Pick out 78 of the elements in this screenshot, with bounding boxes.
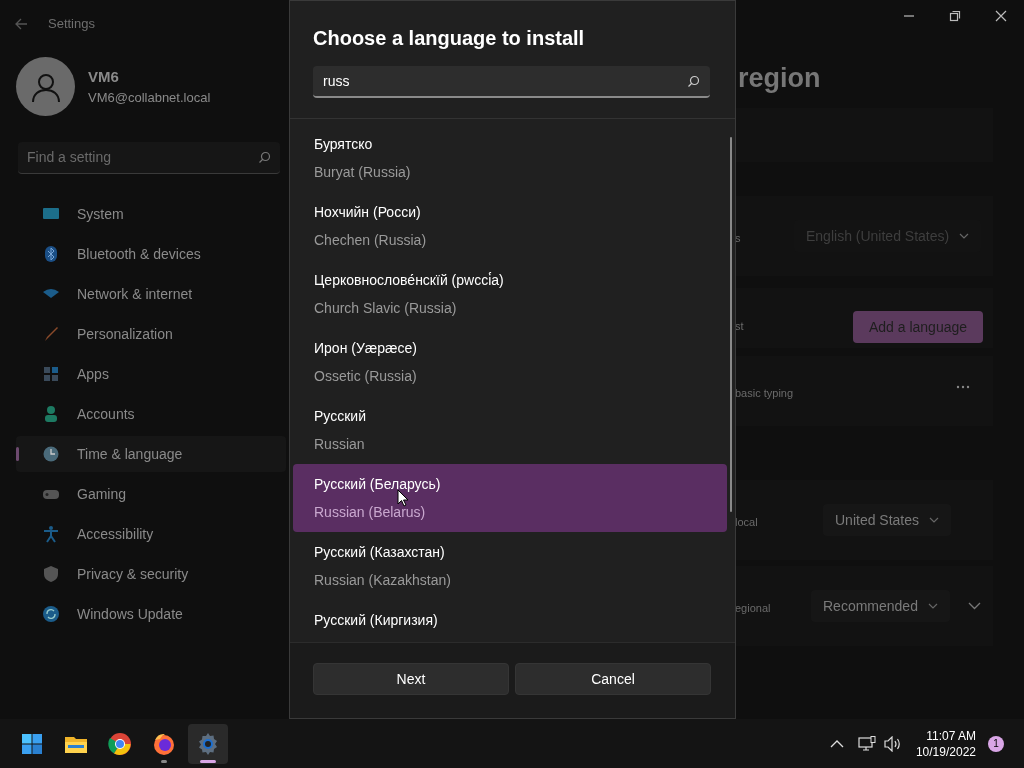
language-item[interactable]: Церковнослове́нскїй (рwссі́а) Church Slavic (Russia) bbox=[293, 260, 727, 328]
language-search-field[interactable]: russ bbox=[313, 66, 710, 98]
language-item[interactable]: Русский (Беларусь) Russian (Belarus) bbox=[293, 464, 727, 532]
chevron-down-icon bbox=[929, 517, 940, 523]
sidebar-icon bbox=[42, 445, 60, 463]
language-native-name: Церковнослове́нскїй (рwссі́а) bbox=[314, 271, 505, 289]
chevron-down-icon bbox=[959, 233, 970, 239]
language-native-name: Бурятско bbox=[314, 135, 374, 153]
language-english-name: Church Slavic (Russia) bbox=[314, 299, 458, 317]
window-title: Settings bbox=[48, 15, 95, 33]
sidebar-item[interactable]: System bbox=[16, 196, 286, 232]
dropdown[interactable]: Recommended bbox=[811, 590, 950, 622]
setting-label: basic typing bbox=[735, 386, 794, 401]
language-item[interactable]: Русский (Казахстан) Russian (Kazakhstan) bbox=[293, 532, 727, 600]
sidebar-item[interactable]: Network & internet bbox=[16, 276, 286, 312]
sidebar-icon bbox=[42, 405, 60, 423]
sidebar-item[interactable]: Privacy & security bbox=[16, 556, 286, 592]
page-heading: region bbox=[738, 62, 821, 95]
cancel-button[interactable]: Cancel bbox=[515, 663, 711, 695]
language-item[interactable]: Русский (Киргизия) bbox=[293, 600, 727, 642]
expand-chevron-icon[interactable] bbox=[968, 602, 981, 610]
firefox-icon bbox=[152, 731, 176, 756]
sidebar-item[interactable]: Accounts bbox=[16, 396, 286, 432]
search-icon bbox=[687, 74, 700, 88]
sidebar-icon bbox=[42, 365, 60, 383]
setting-label: s bbox=[735, 231, 741, 246]
sidebar-icon bbox=[42, 245, 60, 263]
language-english-name: Ossetic (Russia) bbox=[314, 367, 418, 385]
sidebar-item[interactable]: Time & language bbox=[16, 436, 286, 472]
language-item[interactable]: Ирон (Уæрæсе) Ossetic (Russia) bbox=[293, 328, 727, 396]
sidebar-icon bbox=[42, 605, 60, 623]
sidebar-icon bbox=[42, 565, 60, 583]
language-native-name: Русский (Киргизия) bbox=[314, 611, 439, 629]
gear-icon bbox=[196, 731, 220, 756]
volume-icon[interactable] bbox=[883, 735, 902, 752]
sidebar-item[interactable]: Apps bbox=[16, 356, 286, 392]
browser-icon bbox=[108, 731, 132, 756]
language-native-name: Ирон (Уæрæсе) bbox=[314, 339, 418, 357]
back-arrow-icon[interactable] bbox=[14, 16, 28, 31]
dropdown[interactable]: United States bbox=[823, 504, 952, 536]
language-english-name: Russian bbox=[314, 435, 366, 453]
sidebar-icon bbox=[42, 525, 60, 543]
more-icon[interactable] bbox=[956, 385, 970, 389]
language-english-name: Chechen (Russia) bbox=[314, 231, 428, 249]
search-field[interactable]: Find a setting bbox=[18, 142, 280, 174]
clock[interactable]: 11:07 AM 10/19/2022 bbox=[915, 727, 976, 760]
language-native-name: Русский (Казахстан) bbox=[314, 543, 446, 561]
language-english-name: Russian (Belarus) bbox=[314, 503, 427, 521]
language-item[interactable]: Нохчийн (Росси) Chechen (Russia) bbox=[293, 192, 727, 260]
setting-label: st bbox=[735, 319, 744, 334]
language-item[interactable]: Бурятско Buryat (Russia) bbox=[293, 124, 727, 192]
language-native-name: Нохчийн (Росси) bbox=[314, 203, 422, 221]
account-email: VM6@collabnet.local bbox=[88, 89, 211, 107]
sidebar-item[interactable]: Gaming bbox=[16, 476, 286, 512]
sidebar-icon bbox=[42, 325, 60, 343]
account-name: VM6 bbox=[88, 66, 120, 87]
notification-badge[interactable]: 1 bbox=[988, 735, 1004, 752]
language-english-name: Russian (Kazakhstan) bbox=[314, 571, 452, 589]
search-icon bbox=[258, 151, 271, 164]
chevron-up-icon[interactable] bbox=[829, 739, 844, 748]
dialog-title: Choose a language to install bbox=[313, 26, 586, 51]
scrollbar[interactable] bbox=[730, 137, 732, 512]
close-icon[interactable] bbox=[993, 8, 1009, 24]
taskbar-app[interactable] bbox=[188, 723, 228, 764]
chevron-down-icon bbox=[927, 603, 938, 609]
sidebar-item[interactable]: Bluetooth & devices bbox=[16, 236, 286, 272]
setting-label: local bbox=[735, 515, 758, 530]
sidebar-item[interactable]: Windows Update bbox=[16, 596, 286, 632]
sidebar-item[interactable]: Accessibility bbox=[16, 516, 286, 552]
sidebar-item[interactable]: Personalization bbox=[16, 316, 286, 352]
maximize-icon[interactable] bbox=[947, 8, 963, 24]
next-button[interactable]: Next bbox=[313, 663, 509, 695]
language-english-name: Buryat (Russia) bbox=[314, 163, 412, 181]
language-native-name: Русский bbox=[314, 407, 367, 425]
language-item[interactable]: Русский Russian bbox=[293, 396, 727, 464]
language-native-name: Русский (Беларусь) bbox=[314, 475, 442, 493]
network-icon[interactable] bbox=[857, 735, 876, 752]
setting-label: egional bbox=[735, 601, 771, 616]
